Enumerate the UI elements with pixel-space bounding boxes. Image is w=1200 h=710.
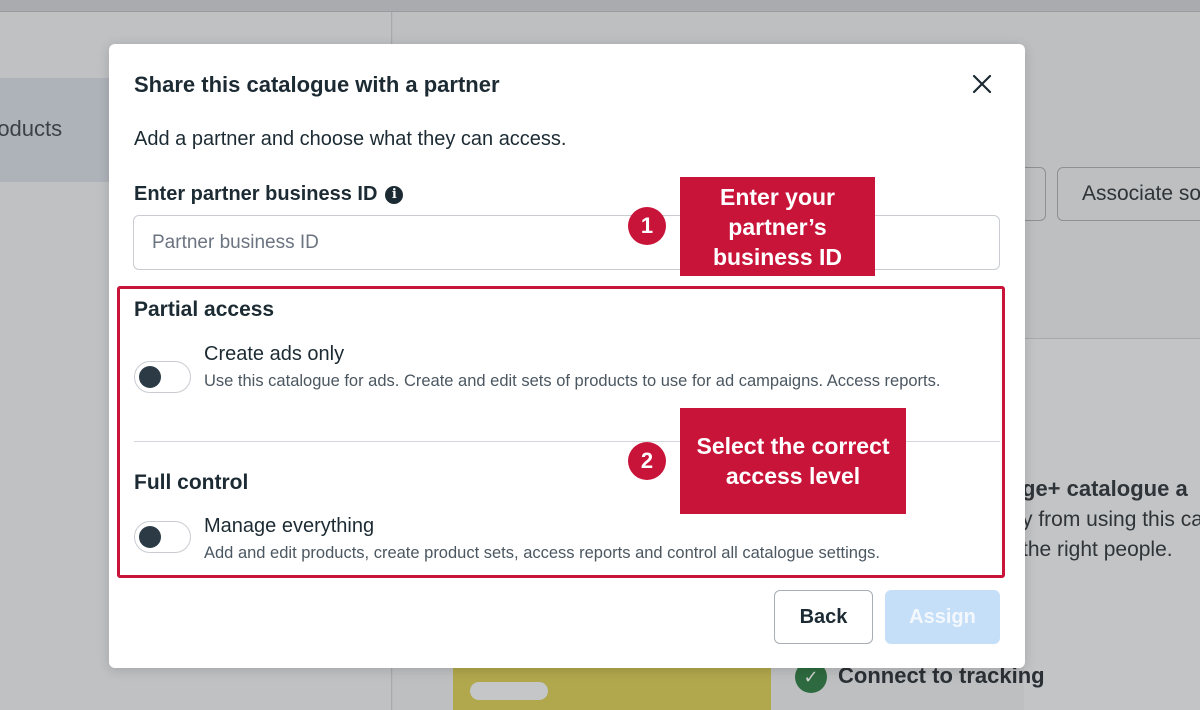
card-heading: ge+ catalogue a — [1022, 476, 1188, 501]
top-bar — [0, 0, 1200, 12]
associate-button: Associate so — [1057, 167, 1200, 221]
illustration-bar — [470, 682, 548, 700]
card-text-line1: y from using this ca — [1022, 508, 1200, 531]
callout-step-1: Enter your partner’s business ID — [680, 177, 875, 276]
step-badge-1: 1 — [628, 207, 666, 245]
card-text-line2: the right people. — [1022, 538, 1173, 561]
partner-id-label-text: Enter partner business ID — [134, 183, 378, 205]
step-badge-2: 2 — [628, 442, 666, 480]
dialog-subtitle: Add a partner and choose what they can a… — [134, 128, 567, 150]
callout-step-2: Select the correct access level — [680, 408, 906, 514]
close-icon[interactable] — [969, 71, 995, 97]
back-button[interactable]: Back — [774, 590, 873, 644]
partner-id-label: Enter partner business ID i — [134, 183, 404, 206]
dialog-title: Share this catalogue with a partner — [134, 72, 500, 97]
info-icon[interactable]: i — [385, 185, 404, 204]
left-panel-item-label: roducts — [0, 116, 63, 141]
assign-button[interactable]: Assign — [885, 590, 1000, 644]
